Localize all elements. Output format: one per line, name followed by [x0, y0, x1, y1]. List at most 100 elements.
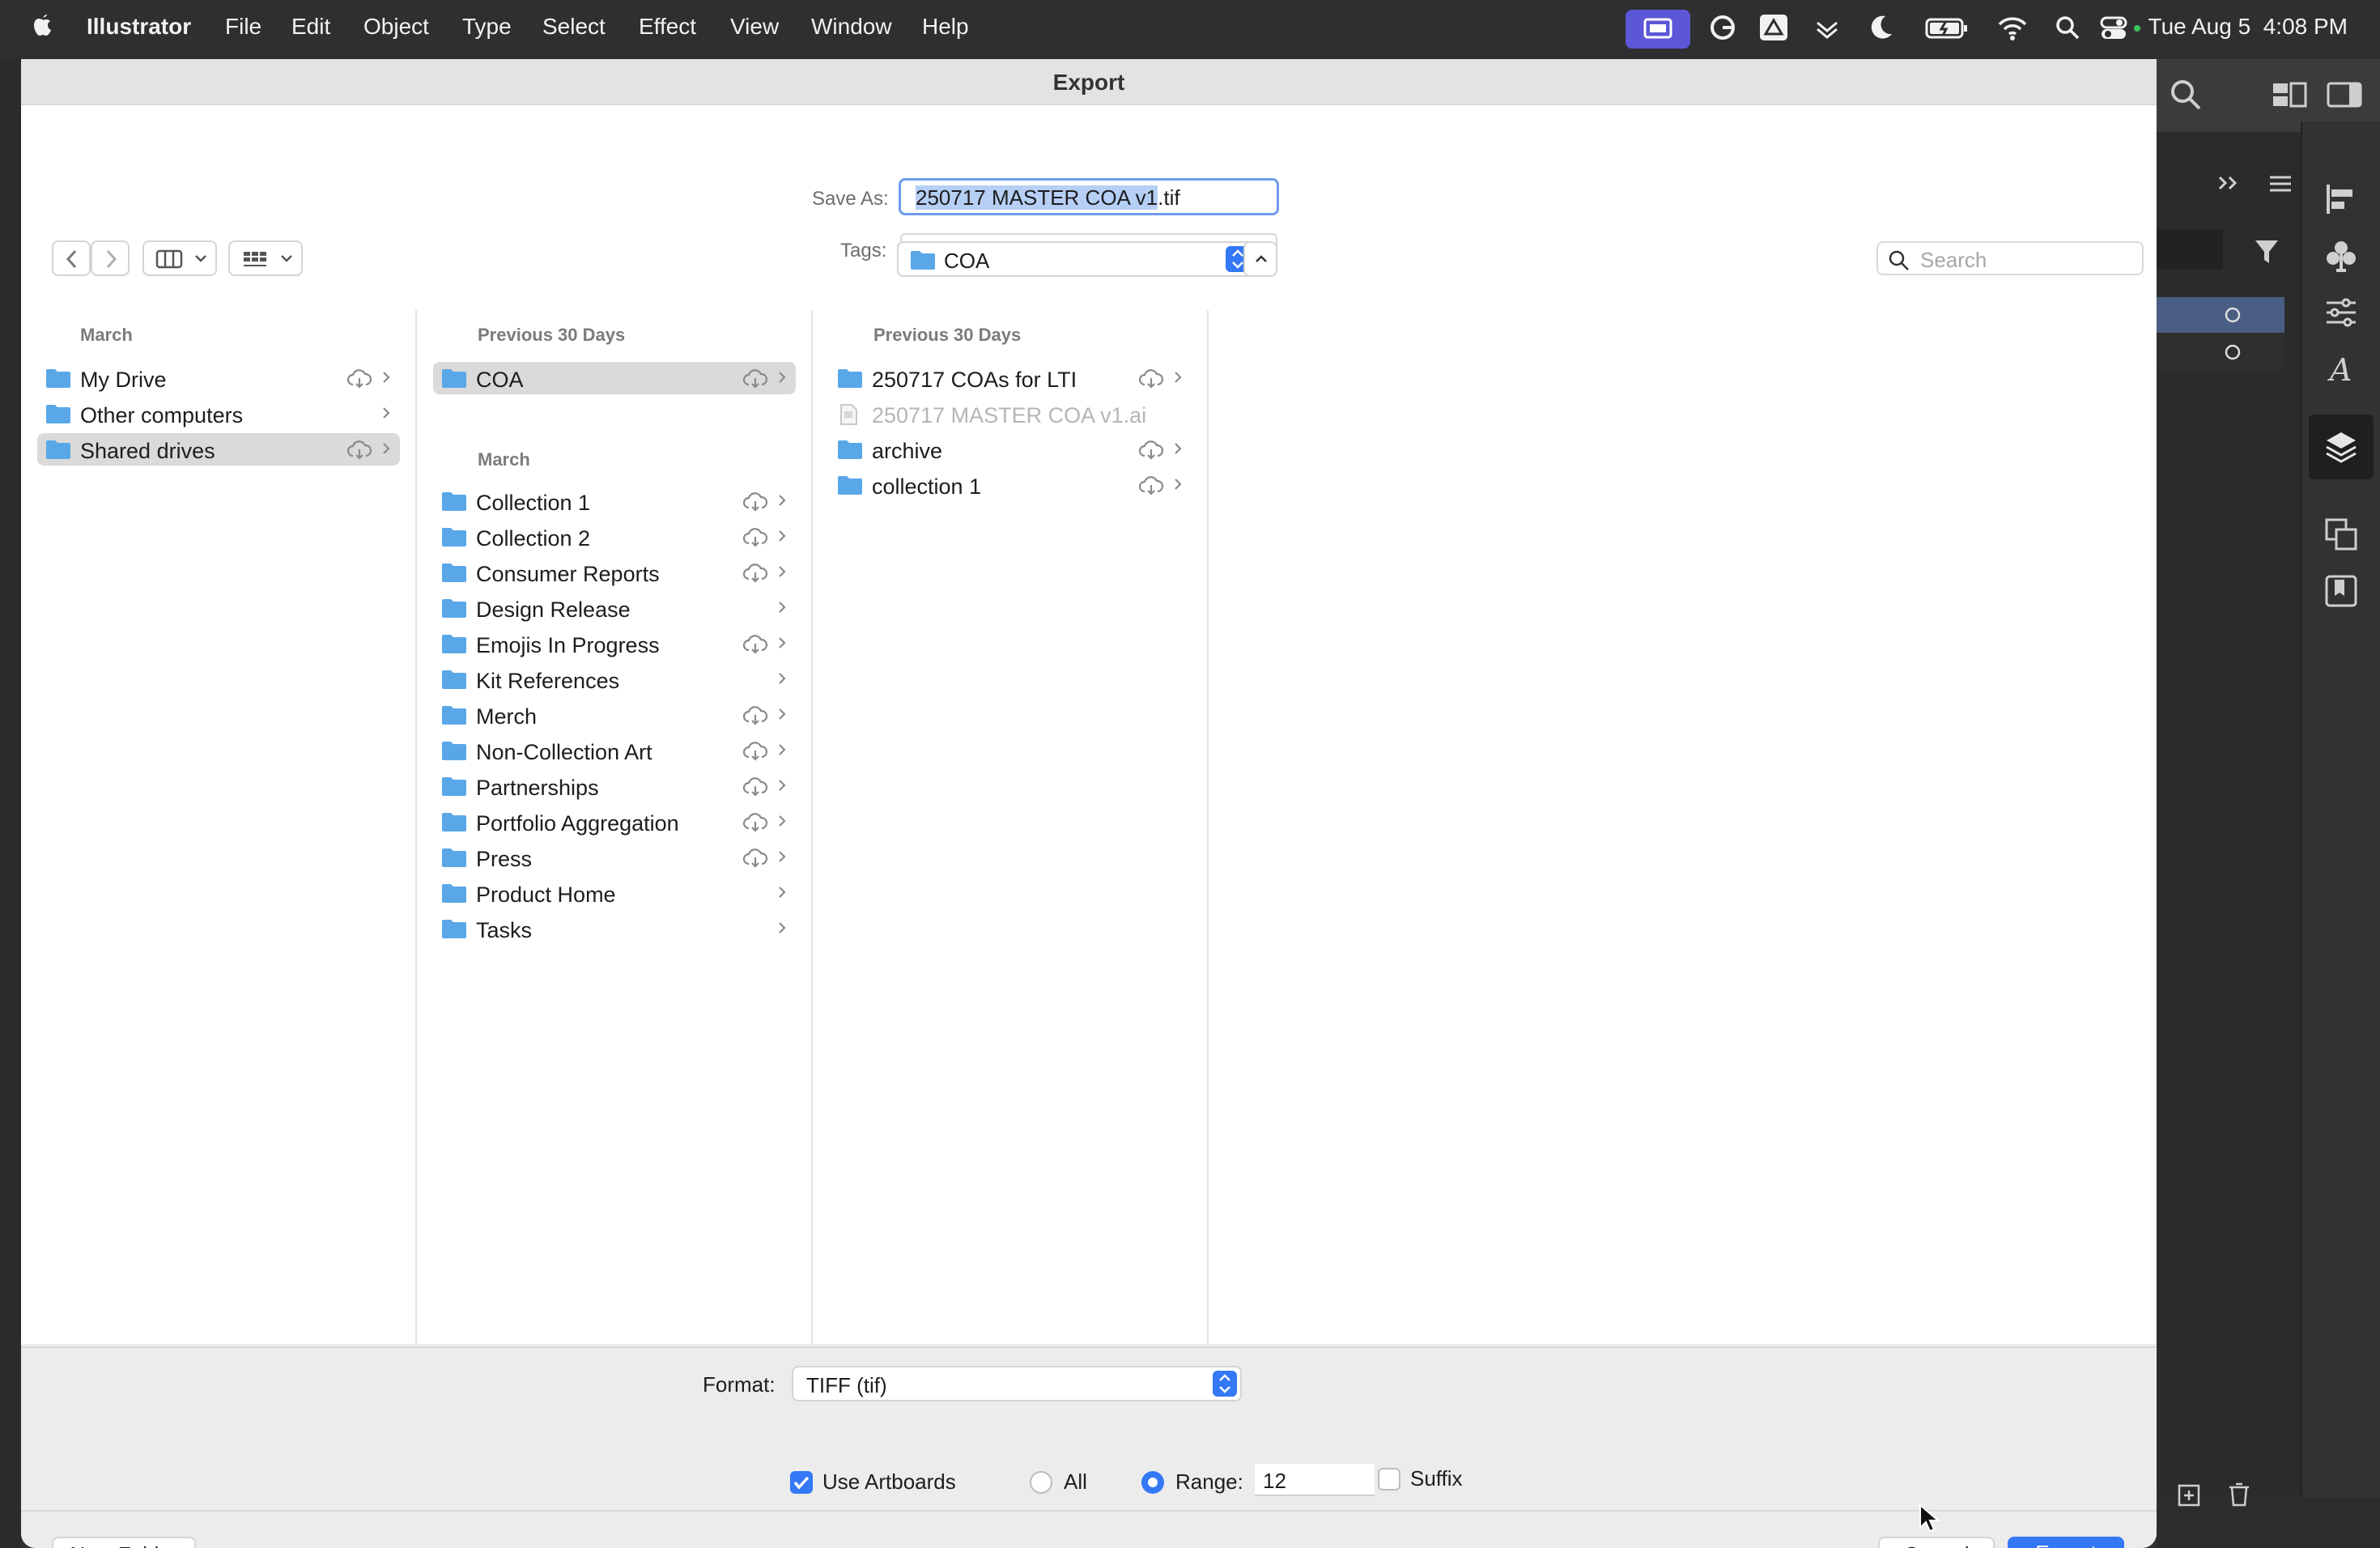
- cloud-download-icon[interactable]: [1137, 368, 1165, 389]
- use-artboards-label[interactable]: Use Artboards: [822, 1469, 956, 1495]
- menu-effect[interactable]: Effect: [639, 14, 696, 40]
- suffix-label[interactable]: Suffix: [1410, 1466, 1463, 1491]
- menu-select[interactable]: Select: [542, 14, 606, 40]
- properties-sliders-icon[interactable]: [2323, 295, 2359, 330]
- apple-menu-icon[interactable]: [31, 11, 55, 40]
- cloud-download-icon[interactable]: [742, 368, 769, 389]
- cloud-download-icon[interactable]: [742, 563, 769, 584]
- options-divider: [21, 1510, 2157, 1512]
- layers-tab-active[interactable]: [2309, 415, 2374, 479]
- cloud-download-icon[interactable]: [742, 705, 769, 726]
- cloud-download-icon[interactable]: [346, 440, 373, 461]
- cloud-download-icon[interactable]: [742, 848, 769, 869]
- sidebar-item[interactable]: Other computers: [37, 398, 400, 430]
- cancel-button[interactable]: Cancel: [1878, 1537, 1995, 1548]
- back-button[interactable]: [52, 240, 91, 276]
- menu-edit[interactable]: Edit: [291, 14, 330, 40]
- libraries-icon[interactable]: [2323, 573, 2359, 609]
- align-icon[interactable]: [2323, 181, 2359, 217]
- drive-icon[interactable]: [1758, 11, 1789, 44]
- menu-object[interactable]: Object: [363, 14, 429, 40]
- new-folder-button[interactable]: New Folder: [52, 1537, 196, 1548]
- folder-row[interactable]: Collection 2: [433, 521, 796, 553]
- folder-row[interactable]: collection 1: [829, 469, 1192, 501]
- cloud-download-icon[interactable]: [742, 634, 769, 655]
- sidebar-item[interactable]: Shared drives: [37, 433, 400, 466]
- folder-row[interactable]: Collection 1: [433, 485, 796, 517]
- search-icon[interactable]: [2168, 77, 2204, 113]
- artboards-icon[interactable]: [2323, 517, 2359, 552]
- menu-window[interactable]: Window: [811, 14, 892, 40]
- file-row[interactable]: 250717 MASTER COA v1.ai: [829, 398, 1192, 430]
- cloud-download-icon[interactable]: [1137, 475, 1165, 496]
- layer-target-icon[interactable]: [2223, 305, 2242, 325]
- menu-app-name[interactable]: Illustrator: [87, 14, 191, 40]
- filter-icon[interactable]: [2252, 237, 2281, 266]
- cloud-download-icon[interactable]: [742, 812, 769, 833]
- grammarly-icon[interactable]: [1708, 11, 1737, 44]
- symbols-club-icon[interactable]: [2323, 238, 2359, 274]
- folder-row[interactable]: COA: [433, 362, 796, 394]
- panel-menu-icon[interactable]: [2267, 172, 2294, 195]
- expand-panel-icon[interactable]: [2215, 171, 2244, 195]
- folder-row[interactable]: Design Release: [433, 592, 796, 624]
- format-stepper[interactable]: [1213, 1371, 1237, 1397]
- character-type-icon[interactable]: A: [2323, 351, 2359, 387]
- folder-row[interactable]: Non-Collection Art: [433, 734, 796, 767]
- cloud-download-icon[interactable]: [742, 527, 769, 548]
- layer-target-icon[interactable]: [2223, 342, 2242, 362]
- folder-row[interactable]: Kit References: [433, 663, 796, 695]
- export-button[interactable]: Export: [2008, 1537, 2124, 1548]
- spotlight-search-icon[interactable]: [2053, 11, 2082, 44]
- wifi-icon[interactable]: [1996, 11, 2029, 44]
- folder-row[interactable]: Portfolio Aggregation: [433, 806, 796, 838]
- focus-moon-icon[interactable]: [1866, 11, 1895, 44]
- folder-icon: [910, 249, 936, 270]
- folder-row[interactable]: Tasks: [433, 912, 796, 945]
- cloud-download-icon[interactable]: [1137, 440, 1165, 461]
- cloud-download-icon[interactable]: [742, 491, 769, 512]
- panel-toggle-icon[interactable]: [2327, 80, 2362, 109]
- menu-file[interactable]: File: [225, 14, 261, 40]
- folder-row[interactable]: Product Home: [433, 877, 796, 909]
- folder-row[interactable]: archive: [829, 433, 1192, 466]
- folder-row[interactable]: Emojis In Progress: [433, 627, 796, 660]
- folder-row[interactable]: Merch: [433, 699, 796, 731]
- cloud-download-icon[interactable]: [346, 368, 373, 389]
- menubar-clock[interactable]: Tue Aug 5 4:08 PM: [2148, 14, 2348, 40]
- layer-row[interactable]: [2157, 334, 2284, 370]
- chevron-stack-icon[interactable]: [1811, 11, 1843, 44]
- format-popup[interactable]: TIFF (tif): [792, 1366, 1242, 1401]
- location-popup[interactable]: COA: [897, 241, 1255, 277]
- collapse-browser-button[interactable]: [1243, 241, 1277, 277]
- range-radio[interactable]: [1141, 1471, 1164, 1494]
- layer-row-selected[interactable]: [2157, 297, 2284, 333]
- save-as-field[interactable]: 250717 MASTER COA v1.tif: [899, 178, 1279, 215]
- new-layer-icon[interactable]: [2176, 1482, 2202, 1508]
- menu-type[interactable]: Type: [462, 14, 512, 40]
- control-center-icon[interactable]: [2100, 11, 2145, 44]
- menu-view[interactable]: View: [730, 14, 779, 40]
- folder-row[interactable]: 250717 COAs for LTI: [829, 362, 1192, 394]
- group-by-button[interactable]: [228, 240, 303, 276]
- battery-icon[interactable]: [1925, 11, 1969, 44]
- sidebar-item[interactable]: My Drive: [37, 362, 400, 394]
- menu-help[interactable]: Help: [922, 14, 969, 40]
- screen-share-icon[interactable]: [1626, 10, 1690, 49]
- workspace-switcher-icon[interactable]: [2272, 80, 2307, 109]
- view-mode-button[interactable]: [142, 240, 217, 276]
- delete-layer-icon[interactable]: [2226, 1481, 2252, 1508]
- suffix-checkbox[interactable]: [1378, 1468, 1400, 1491]
- all-label[interactable]: All: [1064, 1469, 1087, 1495]
- all-radio[interactable]: [1030, 1471, 1052, 1494]
- search-field[interactable]: Search: [1876, 241, 2144, 275]
- range-field[interactable]: 12: [1255, 1464, 1375, 1496]
- forward-button[interactable]: [91, 240, 130, 276]
- range-label[interactable]: Range:: [1175, 1469, 1243, 1495]
- cloud-download-icon[interactable]: [742, 741, 769, 762]
- folder-row[interactable]: Press: [433, 841, 796, 874]
- folder-row[interactable]: Partnerships: [433, 770, 796, 802]
- cloud-download-icon[interactable]: [742, 776, 769, 797]
- use-artboards-checkbox[interactable]: [790, 1471, 813, 1494]
- folder-row[interactable]: Consumer Reports: [433, 556, 796, 589]
